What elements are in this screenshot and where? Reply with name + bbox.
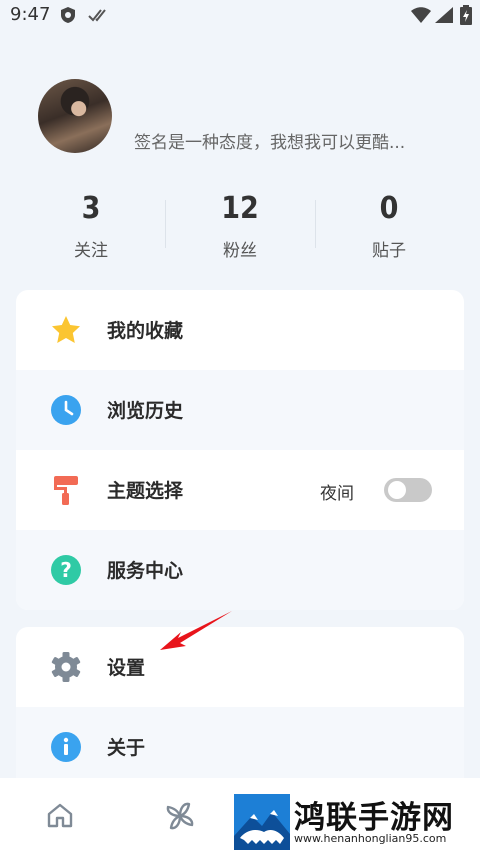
stat-fans[interactable]: 12 粉丝 [165,190,315,261]
menu-item-service-label: 服务中心 [107,560,184,582]
gear-icon [51,652,81,682]
signal-icon [435,7,453,23]
paint-roller-icon [54,476,78,505]
battery-icon [460,5,472,25]
stat-posts-label: 贴子 [372,241,406,261]
stat-fans-label: 粉丝 [223,241,257,261]
watermark-url: www.henanhonglian95.com [294,832,447,845]
menu-item-favorites[interactable]: 我的收藏 [16,290,464,370]
menu-item-theme-label: 主题选择 [107,480,184,502]
watermark-title: 鸿联手游网 [294,800,454,836]
stats-bar: 3 关注 12 粉丝 0 贴子 [0,190,480,270]
menu-item-history[interactable]: 浏览历史 [16,370,464,450]
stat-posts[interactable]: 0 贴子 [314,190,464,261]
status-time: 9:47 [10,4,51,25]
menu-card-primary: 我的收藏 浏览历史 主题选择 夜间 ? 服务中心 [16,290,464,610]
wifi-icon [411,7,431,23]
stats-divider [315,200,316,248]
menu-item-settings[interactable]: 设置 [16,627,464,707]
svg-text:?: ? [60,558,72,582]
stat-following-value: 3 [81,191,101,226]
stat-following-label: 关注 [74,241,108,261]
avatar[interactable] [38,79,112,153]
pinwheel-icon[interactable] [164,800,196,832]
menu-item-history-label: 浏览历史 [107,400,184,422]
menu-item-theme[interactable]: 主题选择 夜间 [16,450,464,530]
clock-icon [51,395,81,425]
double-check-icon [88,9,106,22]
watermark: 鸿联手游网 www.henanhonglian95.com [232,792,480,852]
menu-item-favorites-label: 我的收藏 [107,320,184,342]
night-mode-label: 夜间 [320,484,354,504]
menu-item-about-label: 关于 [107,737,146,759]
night-mode-toggle[interactable] [384,478,432,502]
menu-card-secondary: 设置 关于 [16,627,464,787]
profile-signature[interactable]: 签名是一种态度，我想我可以更酷... [134,128,405,153]
menu-item-about[interactable]: 关于 [16,707,464,787]
stat-following[interactable]: 3 关注 [16,190,166,261]
star-icon [52,316,80,343]
stat-fans-value: 12 [221,191,259,226]
home-icon[interactable] [46,802,74,828]
menu-item-settings-label: 设置 [107,657,146,679]
toggle-knob [388,481,406,499]
menu-item-service[interactable]: ? 服务中心 [16,530,464,610]
status-bar: 9:47 [0,0,480,32]
stats-divider [165,200,166,248]
info-icon [51,732,81,762]
stat-posts-value: 0 [379,191,399,226]
help-icon: ? [51,555,81,585]
watermark-logo [234,794,290,850]
shield-icon [61,7,75,23]
annotation-arrow [160,611,232,650]
